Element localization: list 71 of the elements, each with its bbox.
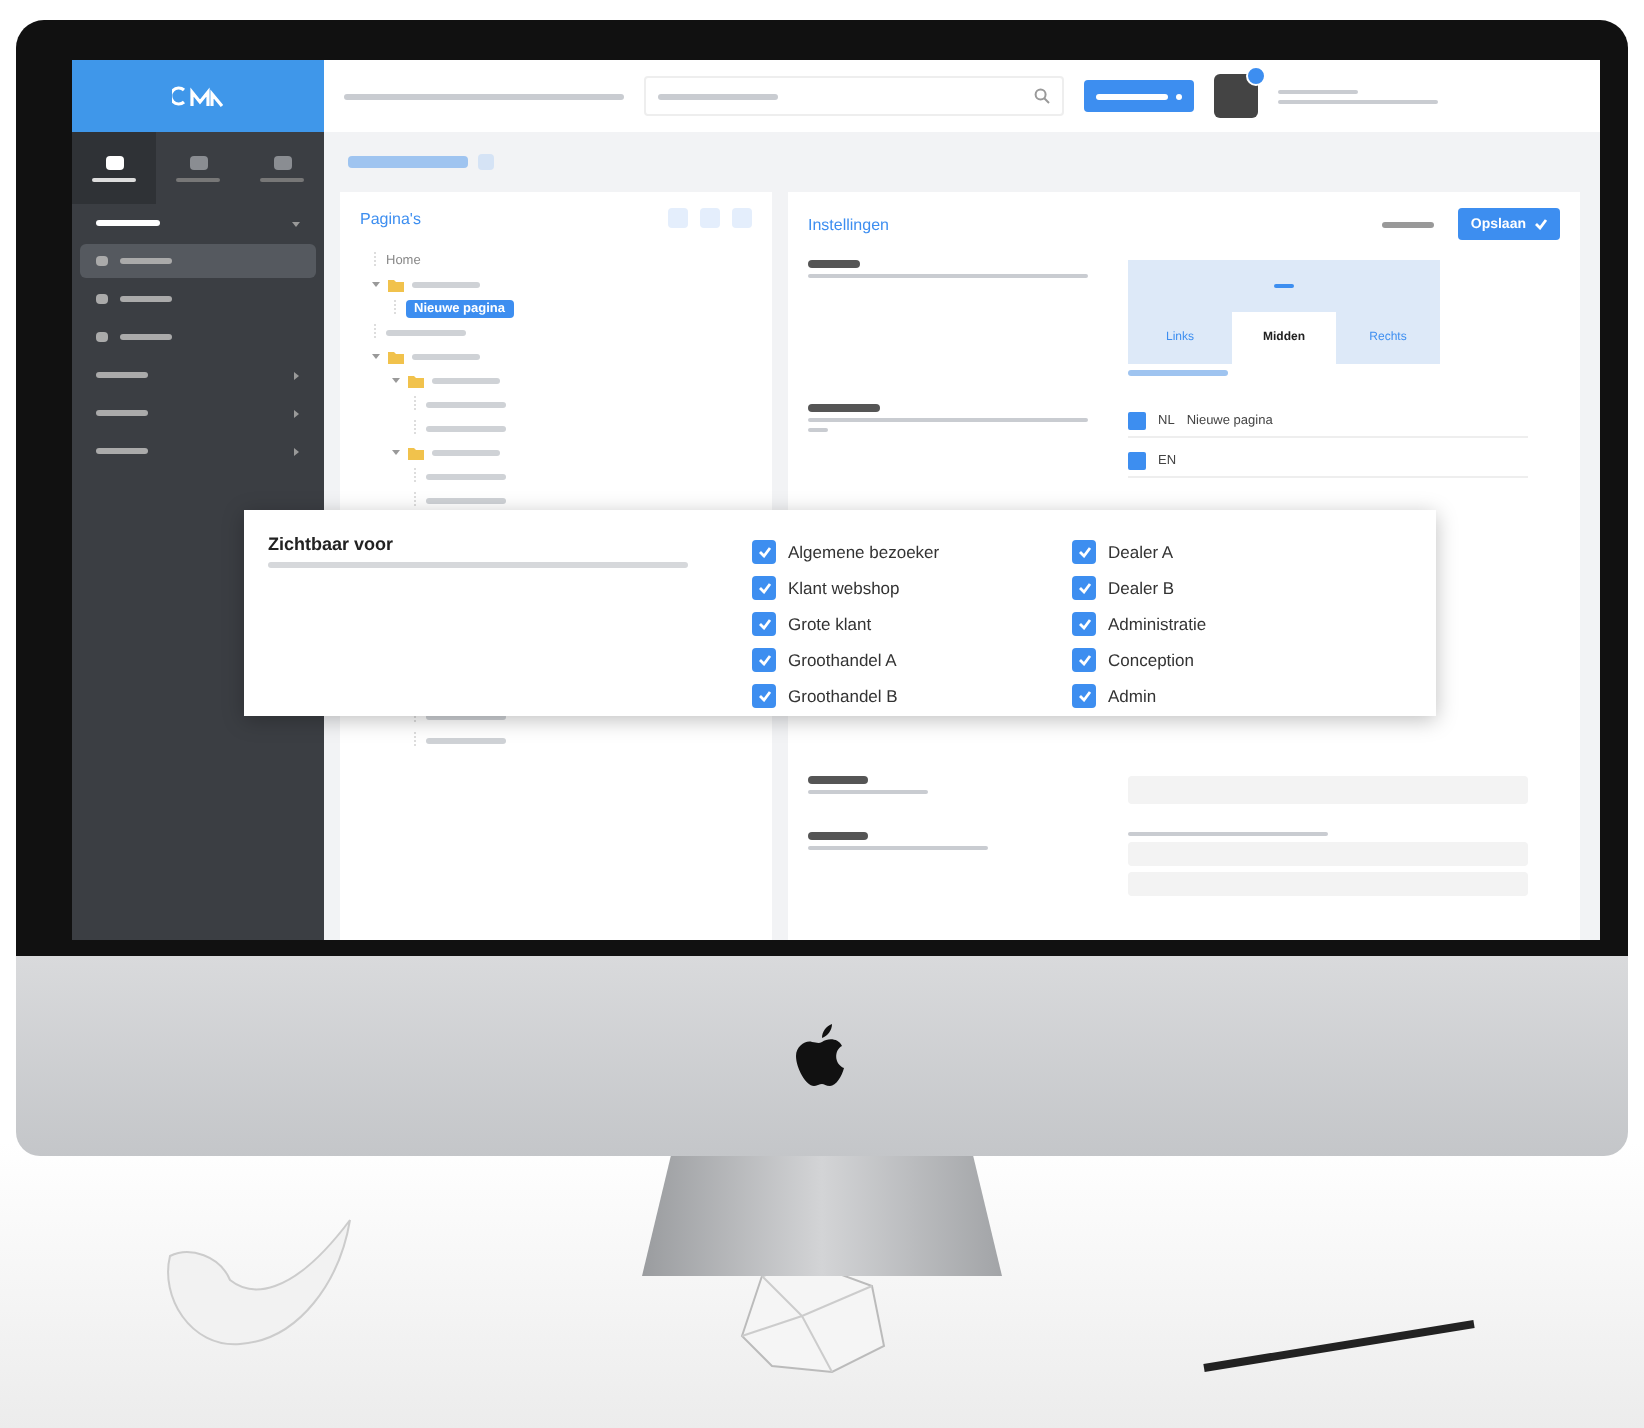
sidebar-tab[interactable] (72, 132, 156, 204)
check-icon (1077, 618, 1091, 630)
folder-icon (408, 445, 424, 459)
blurred-tree-label (412, 281, 480, 287)
blurred-tree-label (432, 449, 500, 455)
language-checkbox[interactable] (1128, 411, 1146, 429)
caret-icon[interactable] (292, 409, 300, 417)
check-icon (757, 582, 771, 594)
option-label: Groothandel A (788, 650, 897, 670)
visibility-checkbox[interactable] (752, 540, 776, 564)
blurred-tree-label (432, 377, 500, 383)
visibility-checkbox[interactable] (1072, 684, 1096, 708)
option-label: Dealer A (1108, 542, 1174, 562)
tree-guide-line (412, 732, 418, 748)
action-button[interactable] (1084, 80, 1194, 112)
caret-icon[interactable] (292, 219, 300, 227)
tree-guide-line (412, 396, 418, 412)
logo-icon (172, 84, 224, 108)
option-label: Conception (1108, 650, 1195, 670)
caret-icon[interactable] (292, 447, 300, 455)
search-field[interactable] (644, 76, 1064, 116)
blurred-tree-label (426, 425, 506, 431)
blurred-tree-label (426, 401, 506, 407)
panel-title: Instellingen (808, 215, 889, 233)
visibility-checkbox[interactable] (752, 684, 776, 708)
option-label: Klant webshop (788, 578, 900, 598)
check-icon (757, 618, 771, 630)
tree-guide-line (392, 300, 398, 316)
popup-title: Zichtbaar voor (268, 534, 396, 554)
option-label: Admin (1108, 686, 1157, 706)
language-checkbox[interactable] (1128, 451, 1146, 469)
blurred-tree-label (412, 353, 480, 359)
option-label: Algemene bezoeker (788, 542, 940, 562)
option-label: Administratie (1108, 614, 1207, 634)
tree-guide-line (412, 492, 418, 508)
check-icon (1534, 218, 1548, 230)
tree-guide-line (412, 420, 418, 436)
visibility-checkbox[interactable] (1072, 576, 1096, 600)
caret-icon[interactable] (372, 351, 380, 359)
visibility-checkbox[interactable] (752, 648, 776, 672)
panel-title: Pagina's (360, 209, 421, 227)
visibility-checkbox[interactable] (752, 612, 776, 636)
blurred-page-title (348, 156, 468, 168)
check-icon (1077, 690, 1091, 702)
tree-guide-line (412, 468, 418, 484)
visibility-checkbox[interactable] (1072, 540, 1096, 564)
caret-icon[interactable] (372, 279, 380, 287)
visibility-checkbox[interactable] (752, 576, 776, 600)
visibility-checkbox[interactable] (1072, 612, 1096, 636)
folder-icon (388, 277, 404, 291)
fruit-logo-icon (796, 1024, 848, 1088)
option-label: Grote klant (788, 614, 872, 634)
caret-icon[interactable] (392, 447, 400, 455)
blurred-tree-label (426, 737, 506, 743)
blurred-cancel-link[interactable] (1382, 221, 1435, 227)
caret-icon[interactable] (292, 371, 300, 379)
check-icon (1077, 546, 1091, 558)
search-icon (1034, 88, 1050, 104)
caret-icon[interactable] (392, 375, 400, 383)
check-icon (757, 690, 771, 702)
visibility-checkbox[interactable] (1072, 648, 1096, 672)
blurred-tree-label (426, 473, 506, 479)
blurred-tree-label (426, 497, 506, 503)
check-icon (1077, 582, 1091, 594)
check-icon (1077, 654, 1091, 666)
tree-guide-line (372, 252, 378, 268)
tree-guide-line (372, 324, 378, 340)
check-icon (757, 654, 771, 666)
check-icon (757, 546, 771, 558)
option-label: Dealer B (1108, 578, 1175, 598)
option-label: Groothandel B (788, 686, 898, 706)
